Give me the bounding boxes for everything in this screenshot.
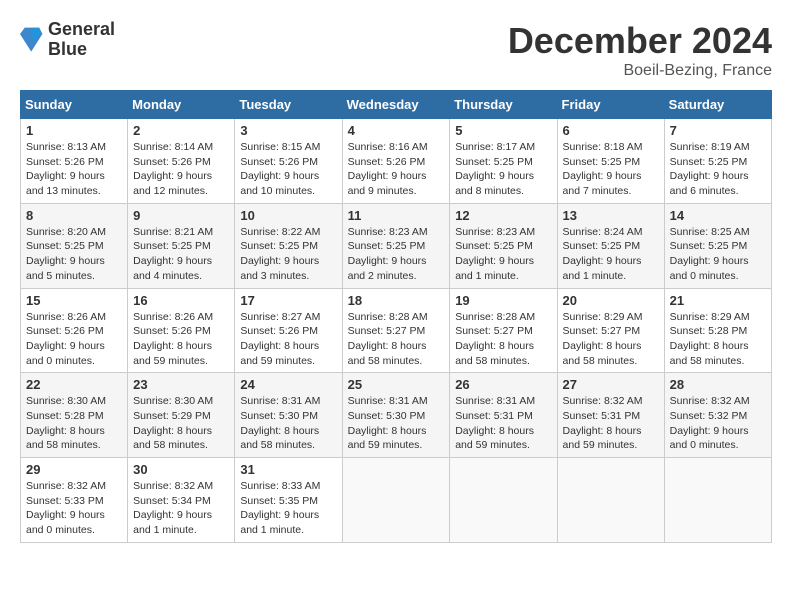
col-monday: Monday [128,91,235,119]
col-wednesday: Wednesday [342,91,450,119]
header: General Blue December 2024 Boeil-Bezing,… [20,20,772,80]
header-row: Sunday Monday Tuesday Wednesday Thursday… [21,91,772,119]
table-row: 29Sunrise: 8:32 AM Sunset: 5:33 PM Dayli… [21,458,128,543]
table-row: 6Sunrise: 8:18 AM Sunset: 5:25 PM Daylig… [557,119,664,204]
table-row: 8Sunrise: 8:20 AM Sunset: 5:25 PM Daylig… [21,203,128,288]
col-thursday: Thursday [450,91,557,119]
table-row: 25Sunrise: 8:31 AM Sunset: 5:30 PM Dayli… [342,373,450,458]
table-row: 27Sunrise: 8:32 AM Sunset: 5:31 PM Dayli… [557,373,664,458]
table-row: 31Sunrise: 8:33 AM Sunset: 5:35 PM Dayli… [235,458,342,543]
table-row: 2Sunrise: 8:14 AM Sunset: 5:26 PM Daylig… [128,119,235,204]
title-section: December 2024 Boeil-Bezing, France [508,20,772,80]
table-row: 12Sunrise: 8:23 AM Sunset: 5:25 PM Dayli… [450,203,557,288]
table-row: 20Sunrise: 8:29 AM Sunset: 5:27 PM Dayli… [557,288,664,373]
table-row [664,458,771,543]
table-row: 30Sunrise: 8:32 AM Sunset: 5:34 PM Dayli… [128,458,235,543]
table-row: 23Sunrise: 8:30 AM Sunset: 5:29 PM Dayli… [128,373,235,458]
table-row: 7Sunrise: 8:19 AM Sunset: 5:25 PM Daylig… [664,119,771,204]
logo-icon [20,26,44,54]
table-row: 13Sunrise: 8:24 AM Sunset: 5:25 PM Dayli… [557,203,664,288]
col-friday: Friday [557,91,664,119]
table-row: 5Sunrise: 8:17 AM Sunset: 5:25 PM Daylig… [450,119,557,204]
table-row: 4Sunrise: 8:16 AM Sunset: 5:26 PM Daylig… [342,119,450,204]
table-row: 14Sunrise: 8:25 AM Sunset: 5:25 PM Dayli… [664,203,771,288]
table-row: 24Sunrise: 8:31 AM Sunset: 5:30 PM Dayli… [235,373,342,458]
table-row: 19Sunrise: 8:28 AM Sunset: 5:27 PM Dayli… [450,288,557,373]
col-sunday: Sunday [21,91,128,119]
table-row: 1Sunrise: 8:13 AM Sunset: 5:26 PM Daylig… [21,119,128,204]
table-row: 16Sunrise: 8:26 AM Sunset: 5:26 PM Dayli… [128,288,235,373]
calendar-table: Sunday Monday Tuesday Wednesday Thursday… [20,90,772,543]
col-tuesday: Tuesday [235,91,342,119]
table-row: 10Sunrise: 8:22 AM Sunset: 5:25 PM Dayli… [235,203,342,288]
table-row [450,458,557,543]
table-row: 26Sunrise: 8:31 AM Sunset: 5:31 PM Dayli… [450,373,557,458]
table-row: 9Sunrise: 8:21 AM Sunset: 5:25 PM Daylig… [128,203,235,288]
table-row: 28Sunrise: 8:32 AM Sunset: 5:32 PM Dayli… [664,373,771,458]
month-title: December 2024 [508,20,772,62]
table-row: 22Sunrise: 8:30 AM Sunset: 5:28 PM Dayli… [21,373,128,458]
table-row: 21Sunrise: 8:29 AM Sunset: 5:28 PM Dayli… [664,288,771,373]
col-saturday: Saturday [664,91,771,119]
table-row: 3Sunrise: 8:15 AM Sunset: 5:26 PM Daylig… [235,119,342,204]
table-row: 17Sunrise: 8:27 AM Sunset: 5:26 PM Dayli… [235,288,342,373]
table-row: 11Sunrise: 8:23 AM Sunset: 5:25 PM Dayli… [342,203,450,288]
location-title: Boeil-Bezing, France [508,62,772,80]
table-row: 15Sunrise: 8:26 AM Sunset: 5:26 PM Dayli… [21,288,128,373]
table-row [342,458,450,543]
table-row [557,458,664,543]
logo: General Blue [20,20,115,60]
table-row: 18Sunrise: 8:28 AM Sunset: 5:27 PM Dayli… [342,288,450,373]
logo-text: General Blue [48,20,115,60]
